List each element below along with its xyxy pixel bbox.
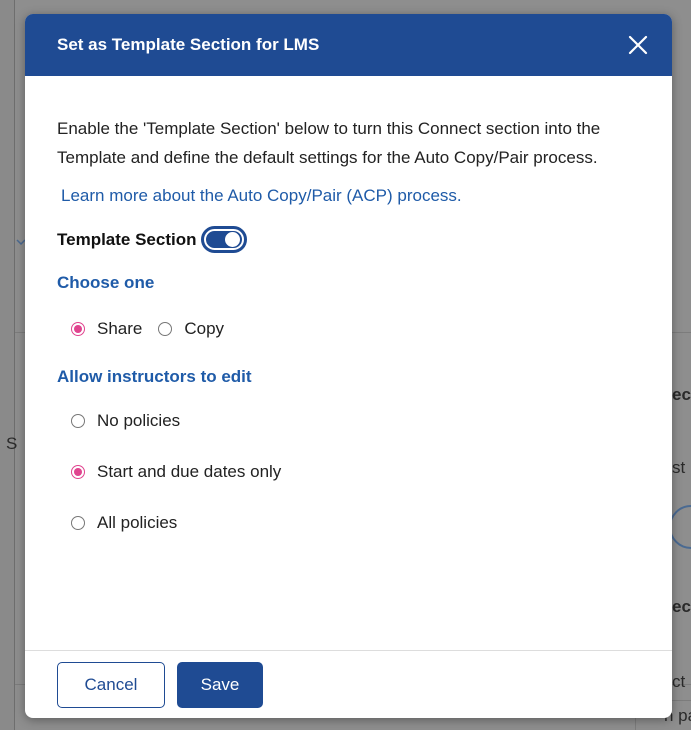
no-policies-radio[interactable] — [71, 414, 85, 428]
all-policies-option[interactable]: All policies — [71, 511, 640, 535]
template-section-toggle-row: Template Section — [57, 226, 640, 253]
save-button[interactable]: Save — [177, 661, 263, 708]
allow-edit-group: No policies Start and due dates only All… — [71, 409, 640, 535]
close-icon — [628, 35, 648, 55]
choose-one-heading: Choose one — [57, 273, 155, 292]
copy-option[interactable]: Copy — [158, 319, 224, 339]
background-text: st — [672, 458, 686, 477]
all-policies-label: All policies — [97, 513, 178, 532]
cancel-button[interactable]: Cancel — [57, 661, 165, 708]
choose-one-group: Share Copy — [71, 319, 640, 339]
copy-radio[interactable] — [158, 322, 173, 336]
dialog-title: Set as Template Section for LMS — [57, 35, 320, 54]
background-text: ct — [672, 672, 686, 691]
dialog-header: Set as Template Section for LMS — [25, 14, 672, 76]
background-text: S — [6, 434, 18, 453]
no-policies-option[interactable]: No policies — [71, 409, 640, 433]
share-option[interactable]: Share — [71, 319, 142, 339]
template-section-dialog: Set as Template Section for LMS Enable t… — [25, 14, 672, 718]
toggle-knob — [224, 232, 240, 247]
dialog-body: Enable the 'Template Section' below to t… — [25, 76, 672, 535]
allow-edit-heading: Allow instructors to edit — [57, 367, 252, 386]
background-text: ec — [672, 597, 691, 616]
start-due-dates-option[interactable]: Start and due dates only — [71, 460, 640, 484]
toggle-label: Template Section — [57, 229, 197, 249]
copy-label: Copy — [184, 319, 225, 338]
no-policies-label: No policies — [97, 411, 181, 430]
share-label: Share — [97, 319, 143, 338]
close-button[interactable] — [622, 29, 654, 61]
intro-text: Enable the 'Template Section' below to t… — [57, 119, 601, 167]
dialog-footer: Cancel Save — [25, 650, 672, 718]
background-text: ec — [672, 385, 691, 404]
learn-more-link[interactable]: Learn more about the Auto Copy/Pair (ACP… — [61, 186, 462, 206]
template-section-toggle[interactable] — [200, 226, 247, 253]
all-policies-radio[interactable] — [71, 516, 85, 530]
start-due-dates-label: Start and due dates only — [97, 462, 282, 481]
start-due-dates-radio[interactable] — [71, 465, 85, 479]
modal-backdrop[interactable]: S ec st ec ct n pa Set as Template Secti… — [0, 0, 691, 730]
share-radio[interactable] — [71, 322, 85, 336]
